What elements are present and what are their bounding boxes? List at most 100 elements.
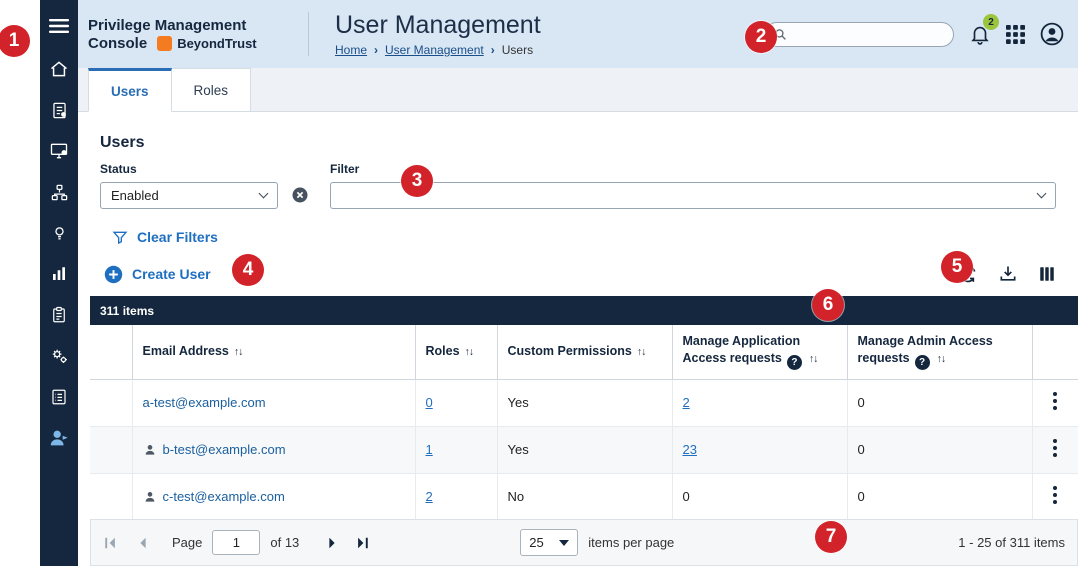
table-row: a-test@example.com 0 Yes 2 0 (90, 379, 1078, 427)
select-cell (90, 473, 133, 521)
select-column-header (90, 325, 133, 380)
user-type-icon (143, 443, 157, 457)
hamburger-menu-icon[interactable] (47, 16, 71, 36)
sort-icon[interactable]: ↑↓ (637, 346, 646, 358)
policies-icon[interactable] (46, 222, 72, 244)
page-title: User Management (335, 11, 541, 39)
left-margin-strip (0, 0, 40, 566)
app-requests-link[interactable]: 2 (683, 395, 690, 410)
items-count: 311 items (100, 303, 155, 318)
computer-groups-icon[interactable] (46, 181, 72, 203)
content-panel: Users Status Enabled Filter Clear Filter… (78, 112, 1078, 521)
row-actions-kebab-icon[interactable] (1044, 481, 1066, 512)
app-brand: Privilege Management Console BeyondTrust (78, 16, 308, 53)
email-link[interactable]: c-test@example.com (163, 489, 285, 504)
first-page-icon[interactable] (103, 536, 118, 550)
top-actions: 2 (764, 14, 1078, 47)
annotation-callout-4: 4 (232, 254, 264, 286)
help-icon[interactable]: ? (786, 355, 802, 371)
user-avatar-icon[interactable] (1040, 22, 1064, 46)
page-number-input[interactable] (212, 530, 261, 555)
select-cell (90, 426, 133, 474)
home-icon[interactable] (46, 58, 72, 80)
sort-icon[interactable]: ↑↓ (937, 353, 946, 365)
notifications-button[interactable]: 2 (969, 14, 999, 45)
row-actions-kebab-icon[interactable] (1044, 434, 1066, 465)
custom-permissions-value: No (507, 489, 525, 504)
analytics-icon[interactable] (46, 263, 72, 285)
admin-requests-value: 0 (857, 442, 865, 457)
search-input[interactable] (793, 27, 944, 41)
annotation-callout-3: 3 (401, 165, 433, 197)
users-table: Email Address ↑↓ Roles ↑↓ Custom Permissio… (90, 325, 1078, 521)
configuration-icon[interactable] (46, 345, 72, 367)
clear-filters-button[interactable]: Clear Filters (112, 229, 218, 245)
create-user-button[interactable]: Create User (104, 265, 211, 284)
annotation-callout-5: 5 (941, 251, 973, 283)
apps-grid-icon[interactable] (1006, 24, 1025, 44)
notification-badge: 2 (983, 14, 999, 30)
sidebar-nav (46, 58, 72, 449)
app-title-line1: Privilege Management (88, 16, 247, 34)
annotation-callout-7: 7 (815, 521, 847, 553)
column-header-app-requests[interactable]: Manage Application Access requests? ↑↓ (671, 325, 848, 380)
column-header-admin-requests[interactable]: Manage Admin Access requests? ↑↓ (846, 325, 1033, 380)
table-row: b-test@example.com 1 Yes 23 0 (90, 426, 1078, 474)
email-link[interactable]: a-test@example.com (143, 395, 266, 410)
beyondtrust-logo-icon (157, 36, 173, 52)
pagination-bar: Page of 13 25 items per page 1 - 25 of 3… (90, 519, 1078, 566)
items-per-page-select[interactable]: 25 (520, 529, 579, 556)
filter-label: Filter (330, 162, 360, 176)
row-actions-kebab-icon[interactable] (1044, 387, 1066, 418)
page-label: Page (172, 535, 203, 550)
annotation-callout-2: 2 (745, 21, 777, 53)
next-page-icon[interactable] (325, 536, 339, 550)
plus-circle-icon (104, 265, 123, 284)
triangle-down-icon (559, 539, 570, 546)
roles-count-link[interactable]: 0 (426, 395, 433, 410)
chevron-down-icon (1036, 188, 1047, 199)
pagination-range: 1 - 25 of 311 items (958, 535, 1065, 550)
sort-icon[interactable]: ↑↓ (465, 346, 474, 358)
filter-select[interactable] (330, 182, 1056, 209)
column-header-custom-permissions[interactable]: Custom Permissions ↑↓ (496, 325, 673, 380)
reports-icon[interactable] (46, 304, 72, 326)
breadcrumb-home-link[interactable]: Home (335, 43, 367, 57)
filter-funnel-icon (112, 229, 128, 245)
column-header-email[interactable]: Email Address ↑↓ (131, 325, 416, 380)
breadcrumb-current: Users (501, 43, 534, 57)
events-icon[interactable] (46, 99, 72, 121)
computers-icon[interactable] (46, 140, 72, 162)
breadcrumb-user-management-link[interactable]: User Management (385, 43, 484, 57)
tab-roles[interactable]: Roles (171, 68, 252, 112)
filters-row: Status Enabled Filter (100, 162, 1056, 209)
breadcrumb-separator: › (374, 43, 379, 57)
status-label: Status (100, 162, 137, 176)
custom-permissions-value: Yes (507, 395, 529, 410)
app-requests-link[interactable]: 23 (683, 442, 697, 457)
email-link[interactable]: b-test@example.com (163, 442, 286, 457)
previous-page-icon[interactable] (136, 536, 150, 550)
table-header-row: Email Address ↑↓ Roles ↑↓ Custom Permissio… (90, 325, 1078, 380)
sort-icon[interactable]: ↑↓ (234, 346, 243, 358)
columns-icon[interactable] (1038, 265, 1056, 283)
items-per-page-value: 25 (529, 535, 544, 550)
help-icon[interactable]: ? (914, 355, 930, 371)
auditing-icon[interactable] (46, 386, 72, 408)
roles-count-link[interactable]: 1 (426, 442, 433, 457)
search-box[interactable] (764, 21, 954, 47)
status-field: Status Enabled (100, 162, 278, 209)
column-header-roles[interactable]: Roles ↑↓ (414, 325, 498, 380)
user-management-icon[interactable] (46, 427, 72, 449)
breadcrumb-separator: › (490, 43, 495, 57)
last-page-icon[interactable] (355, 536, 370, 550)
tab-users[interactable]: Users (88, 68, 172, 112)
clear-status-icon[interactable] (291, 186, 309, 204)
app-window: Privilege Management Console BeyondTrust… (0, 0, 1078, 566)
status-select[interactable]: Enabled (100, 182, 278, 209)
download-icon[interactable] (998, 264, 1018, 284)
sort-icon[interactable]: ↑↓ (809, 353, 818, 365)
admin-requests-value: 0 (857, 489, 865, 504)
tab-bar: Users Roles (78, 68, 1078, 112)
roles-count-link[interactable]: 2 (426, 489, 433, 504)
